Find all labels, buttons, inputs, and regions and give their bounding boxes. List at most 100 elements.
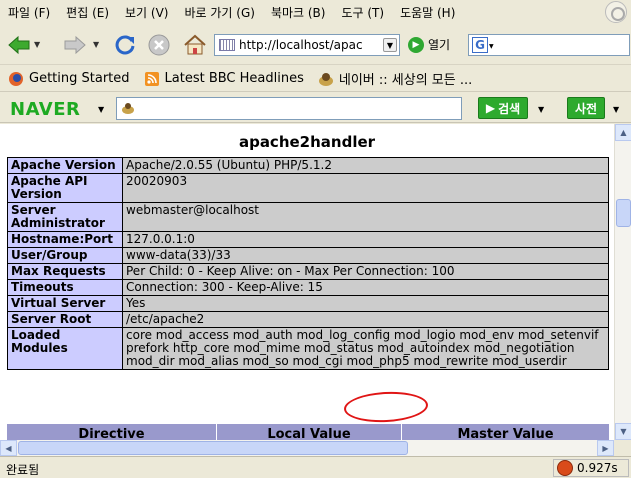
horizontal-scroll-thumb[interactable] — [18, 441, 408, 455]
naver-search-dropdown-icon[interactable]: ▼ — [538, 105, 544, 114]
page-heading: apache2handler — [238, 133, 376, 151]
bookmark-naver[interactable]: 네이버 :: 세상의 모든 ... — [318, 69, 472, 88]
page-content: apache2handler Apache Version Apache/2.0.… — [0, 124, 614, 440]
row-key: Server Administrator — [7, 202, 123, 232]
forward-dropdown-icon[interactable]: ▼ — [93, 40, 99, 49]
directive-table-header: Directive Local Value Master Value — [7, 424, 609, 440]
forward-arrow-icon — [64, 35, 86, 55]
naver-dict-label: 사전 — [574, 101, 598, 116]
status-text: 완료됨 — [6, 463, 40, 477]
firebug-icon[interactable] — [557, 460, 573, 476]
table-row: Apache API Version 20020903 — [7, 173, 609, 203]
menu-go[interactable]: 바로 가기 (G) — [176, 4, 262, 21]
scroll-down-icon[interactable]: ▼ — [615, 423, 631, 440]
row-key: Apache Version — [7, 157, 123, 174]
scroll-right-icon[interactable]: ▶ — [597, 440, 614, 456]
url-bar[interactable]: http://localhost/apac ▼ — [214, 34, 400, 56]
google-icon[interactable]: G — [472, 37, 488, 53]
bookmark-label: Getting Started — [29, 71, 130, 86]
scroll-up-icon[interactable]: ▲ — [615, 124, 631, 141]
bookmark-label: 네이버 :: 세상의 모든 ... — [338, 73, 473, 88]
scroll-left-icon[interactable]: ◀ — [0, 440, 17, 456]
red-annotation-circle — [343, 389, 429, 425]
menu-help[interactable]: 도움말 (H) — [392, 4, 463, 21]
table-row: Virtual Server Yes — [7, 295, 609, 312]
row-value: Connection: 300 - Keep-Alive: 15 — [122, 279, 609, 296]
bookmarks-toolbar: Getting Started Latest BBC Headlines 네이버… — [0, 66, 631, 92]
bookmark-label: Latest BBC Headlines — [164, 71, 304, 86]
table-row: Apache Version Apache/2.0.55 (Ubuntu) PHP… — [7, 157, 609, 174]
row-value: webmaster@localhost — [122, 202, 609, 232]
row-value: /etc/apache2 — [122, 311, 609, 328]
go-icon: ▶ — [408, 36, 424, 53]
row-key: Max Requests — [7, 263, 123, 280]
table-row: Timeouts Connection: 300 - Keep-Alive: 15 — [7, 279, 609, 296]
row-key: Server Root — [7, 311, 123, 328]
back-button[interactable] — [6, 32, 32, 58]
master-value-header: Master Value — [457, 427, 554, 440]
row-key: Apache API Version — [7, 173, 123, 203]
directive-header: Directive — [7, 424, 217, 440]
table-row: Hostname:Port 127.0.0.1:0 — [7, 231, 609, 248]
naver-search-button[interactable]: ▶ 검색 — [478, 97, 528, 119]
table-row: Max Requests Per Child: 0 - Keep Alive: o… — [7, 263, 609, 280]
back-dropdown-icon[interactable]: ▼ — [34, 40, 40, 49]
row-value: core mod_access mod_auth mod_log_config … — [122, 327, 609, 370]
rss-icon — [144, 71, 160, 87]
status-bar: 완료됨 0.927s — [0, 456, 631, 478]
row-value: Per Child: 0 - Keep Alive: on - Max Per … — [122, 263, 609, 280]
search-box[interactable]: G ▼ — [468, 34, 630, 56]
go-button[interactable]: ▶ 열기 — [408, 36, 450, 53]
menu-edit[interactable]: 편집 (E) — [58, 4, 117, 21]
reload-button[interactable] — [112, 32, 138, 58]
url-text[interactable]: http://localhost/apac — [239, 38, 377, 52]
stop-icon — [148, 34, 170, 56]
vertical-scroll-thumb[interactable] — [616, 199, 631, 227]
naver-toolbar: NAVER ▼ ▶ 검색 ▼ 사전 ▼ — [0, 93, 631, 123]
naver-search-input[interactable] — [116, 97, 462, 120]
url-dropdown-icon[interactable]: ▼ — [383, 38, 397, 52]
naver-favicon — [318, 71, 334, 87]
row-key: Hostname:Port — [7, 231, 123, 248]
play-icon: ▶ — [485, 101, 496, 115]
row-key: Timeouts — [7, 279, 123, 296]
naver-dict-dropdown-icon[interactable]: ▼ — [613, 105, 619, 114]
local-value-header: Local Value — [217, 424, 402, 440]
menu-file[interactable]: 파일 (F) — [0, 4, 58, 21]
table-row: Loaded Modules core mod_access mod_auth m… — [7, 327, 609, 370]
menu-bar: 파일 (F) 편집 (E) 보기 (V) 바로 가기 (G) 북마크 (B) 도… — [0, 0, 631, 24]
row-value: Yes — [122, 295, 609, 312]
menu-tools[interactable]: 도구 (T) — [333, 4, 392, 21]
home-icon — [184, 34, 206, 55]
menu-bookmarks[interactable]: 북마크 (B) — [263, 4, 334, 21]
row-key: Loaded Modules — [7, 327, 123, 370]
row-key: Virtual Server — [7, 295, 123, 312]
forward-button[interactable] — [62, 32, 88, 58]
naver-dictionary-button[interactable]: 사전 — [567, 97, 605, 119]
home-button[interactable] — [182, 32, 208, 58]
throbber-icon — [605, 1, 627, 23]
row-value: 20020903 — [122, 173, 609, 203]
back-arrow-icon — [8, 35, 30, 55]
naver-menu-dropdown-icon[interactable]: ▼ — [98, 105, 104, 114]
vertical-scrollbar[interactable]: ▲ ▼ — [614, 124, 631, 440]
page-favicon — [219, 39, 235, 51]
row-value: www-data(33)/33 — [122, 247, 609, 264]
scrollbar-corner — [614, 440, 631, 456]
apache-info-table: Apache Version Apache/2.0.55 (Ubuntu) PHP… — [7, 157, 609, 370]
bookmark-bbc-headlines[interactable]: Latest BBC Headlines — [144, 71, 304, 87]
stop-button[interactable] — [146, 32, 172, 58]
row-value: 127.0.0.1:0 — [122, 231, 609, 248]
search-engine-dropdown-icon[interactable]: ▼ — [489, 43, 494, 50]
firefox-icon — [8, 71, 24, 87]
status-timer: 0.927s — [553, 459, 629, 477]
table-row: Server Root/etc/apache2 — [7, 311, 609, 328]
naver-logo[interactable]: NAVER — [10, 99, 80, 120]
row-key: User/Group — [7, 247, 123, 264]
horizontal-scrollbar[interactable]: ◀ ▶ — [0, 440, 614, 456]
menu-view[interactable]: 보기 (V) — [117, 4, 176, 21]
table-row: User/Group www-data(33)/33 — [7, 247, 609, 264]
bookmark-getting-started[interactable]: Getting Started — [8, 71, 130, 87]
table-row: Server Administrator webmaster@localhost — [7, 202, 609, 232]
row-value: Apache/2.0.55 (Ubuntu) PHP/5.1.2 — [122, 157, 609, 174]
